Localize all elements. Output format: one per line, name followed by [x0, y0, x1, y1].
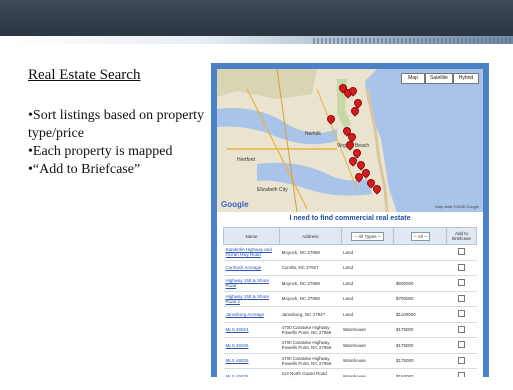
map-label-elizabeth-city: Elizabeth City — [257, 187, 288, 193]
bullet-each-mapped: •Each property is mapped — [28, 144, 173, 159]
listing-name-link[interactable]: MLS 45876 — [223, 368, 280, 377]
briefcase-cell — [446, 306, 477, 323]
map-label-hertford: Hertford — [237, 157, 256, 163]
add-to-briefcase-checkbox[interactable] — [457, 279, 465, 287]
listing-price: $700000 — [393, 291, 447, 307]
listing-name-link[interactable]: MLS 46024 — [223, 322, 280, 338]
table-row: MLS 45876 113 North Guard Road Grandy, N… — [223, 368, 477, 377]
listing-name-link[interactable]: Currituck Acreage — [223, 260, 280, 276]
briefcase-cell — [446, 322, 477, 338]
map-button-satellite[interactable]: Satellite — [425, 73, 453, 84]
table-row: Currituck Acreage Corolla, NC 27927 Land — [223, 260, 477, 276]
bullet-add-to-briefcase: •“Add to Briefcase” — [28, 162, 141, 177]
bullet-sort-listings: •Sort listings based on property type/pr… — [28, 108, 204, 141]
property-map[interactable]: Map Satellite Hybrid Norfolk Virginia Be… — [217, 69, 483, 212]
listing-price: $175000 — [393, 322, 447, 338]
listing-name-link[interactable]: MLS 46026 — [223, 353, 280, 369]
google-logo: Google — [221, 200, 249, 209]
listing-address: 4700 Caratoke Highway Powells Point, NC … — [279, 353, 342, 369]
column-header-type: -- All Types -- — [340, 227, 395, 245]
add-to-briefcase-checkbox[interactable] — [457, 294, 465, 302]
listing-type: Warehouse — [341, 337, 394, 354]
listing-address: 4700 Caratoke Highway Powells Point, NC … — [279, 337, 342, 354]
map-attribution: Map data ©2008 Google — [435, 204, 479, 209]
listing-type: Warehouse — [341, 368, 394, 377]
add-to-briefcase-checkbox[interactable] — [457, 325, 465, 333]
column-header-address[interactable]: Address — [279, 227, 342, 245]
add-to-briefcase-checkbox[interactable] — [457, 372, 465, 377]
listing-price: $600000 — [393, 275, 447, 292]
add-to-briefcase-checkbox[interactable] — [457, 356, 465, 364]
add-to-briefcase-checkbox[interactable] — [457, 263, 465, 271]
map-button-hybrid[interactable]: Hybrid — [453, 73, 479, 84]
table-row: Highway 158 & Shore Road 2 Moyock, NC 27… — [223, 291, 477, 307]
slide-header-band — [0, 0, 513, 36]
briefcase-cell — [446, 260, 477, 276]
slide-title: Real Estate Search — [28, 67, 141, 83]
briefcase-cell — [446, 291, 477, 307]
briefcase-cell — [446, 275, 477, 292]
listing-address: Moyock, NC 27958 — [279, 275, 342, 292]
listing-price: $175000 — [393, 337, 447, 354]
listing-name-link[interactable]: Highway 158 & Shore Road 2 — [223, 291, 280, 307]
listing-type: Land — [341, 260, 394, 276]
map-label-norfolk: Norfolk — [305, 131, 321, 137]
table-row: MLS 46025 4700 Caratoke Highway Powells … — [223, 337, 477, 354]
listing-price: $150000 — [393, 368, 447, 377]
listing-address: 113 North Guard Road Grandy, NC 27939 — [279, 368, 342, 377]
listing-type: Land — [341, 291, 394, 307]
listing-type: Warehouse — [341, 322, 394, 338]
listing-address: Jarvisburg, NC 27947 — [279, 306, 342, 323]
table-row: Highway 158 & Shore Road Moyock, NC 2795… — [223, 275, 477, 292]
slide-header-pattern — [313, 38, 513, 44]
table-row: MLS 46024 4700 Caratoke Highway Powells … — [223, 322, 477, 338]
real-estate-search-screenshot: Map Satellite Hybrid Norfolk Virginia Be… — [217, 69, 483, 377]
listing-price — [393, 244, 447, 261]
listing-type: Land — [341, 244, 394, 261]
table-row: MLS 46026 4700 Caratoke Highway Powells … — [223, 353, 477, 369]
listing-name-link[interactable]: Highway 158 & Shore Road — [223, 275, 280, 292]
listing-address: 4700 Caratoke Highway Powells Point, NC … — [279, 322, 342, 338]
listing-table: Name Address -- All Types -- -- All -- A… — [222, 227, 478, 377]
add-to-briefcase-checkbox[interactable] — [457, 248, 465, 256]
listing-price: $1100000 — [393, 306, 447, 323]
type-filter-select[interactable]: -- All Types -- — [351, 231, 384, 241]
add-to-briefcase-checkbox[interactable] — [457, 310, 465, 318]
listing-type: Land — [341, 275, 394, 292]
listing-address: Moyock, NC 27958 — [279, 244, 342, 261]
briefcase-cell — [446, 244, 477, 261]
column-header-briefcase: Add to Briefcase — [445, 227, 478, 245]
table-row: Jarvisburg Acreage Jarvisburg, NC 27947 … — [223, 306, 477, 323]
listing-heading: I need to find commercial real estate — [289, 215, 411, 222]
listing-address: Moyock, NC 27958 — [279, 291, 342, 307]
bullet-list: •Sort listings based on property type/pr… — [28, 107, 208, 179]
column-header-name[interactable]: Name — [222, 227, 281, 245]
listing-address: Corolla, NC 27927 — [279, 260, 342, 276]
briefcase-cell — [446, 368, 477, 377]
briefcase-cell — [446, 337, 477, 354]
column-header-price: -- All -- — [393, 227, 447, 245]
listing-type: Warehouse — [341, 353, 394, 369]
briefcase-cell — [446, 353, 477, 369]
listing-price: $175000 — [393, 353, 447, 369]
listing-name-link[interactable]: MLS 46025 — [223, 337, 280, 354]
listing-price — [393, 260, 447, 276]
map-button-map[interactable]: Map — [401, 73, 425, 84]
price-filter-select[interactable]: -- All -- — [410, 231, 430, 241]
listing-name-link[interactable]: Sanderlin Highway and Ocean Hwy Road — [223, 244, 280, 261]
table-row: Sanderlin Highway and Ocean Hwy Road Moy… — [223, 244, 477, 261]
listing-name-link[interactable]: Jarvisburg Acreage — [223, 306, 280, 323]
listing-type: Land — [341, 306, 394, 323]
add-to-briefcase-checkbox[interactable] — [457, 341, 465, 349]
